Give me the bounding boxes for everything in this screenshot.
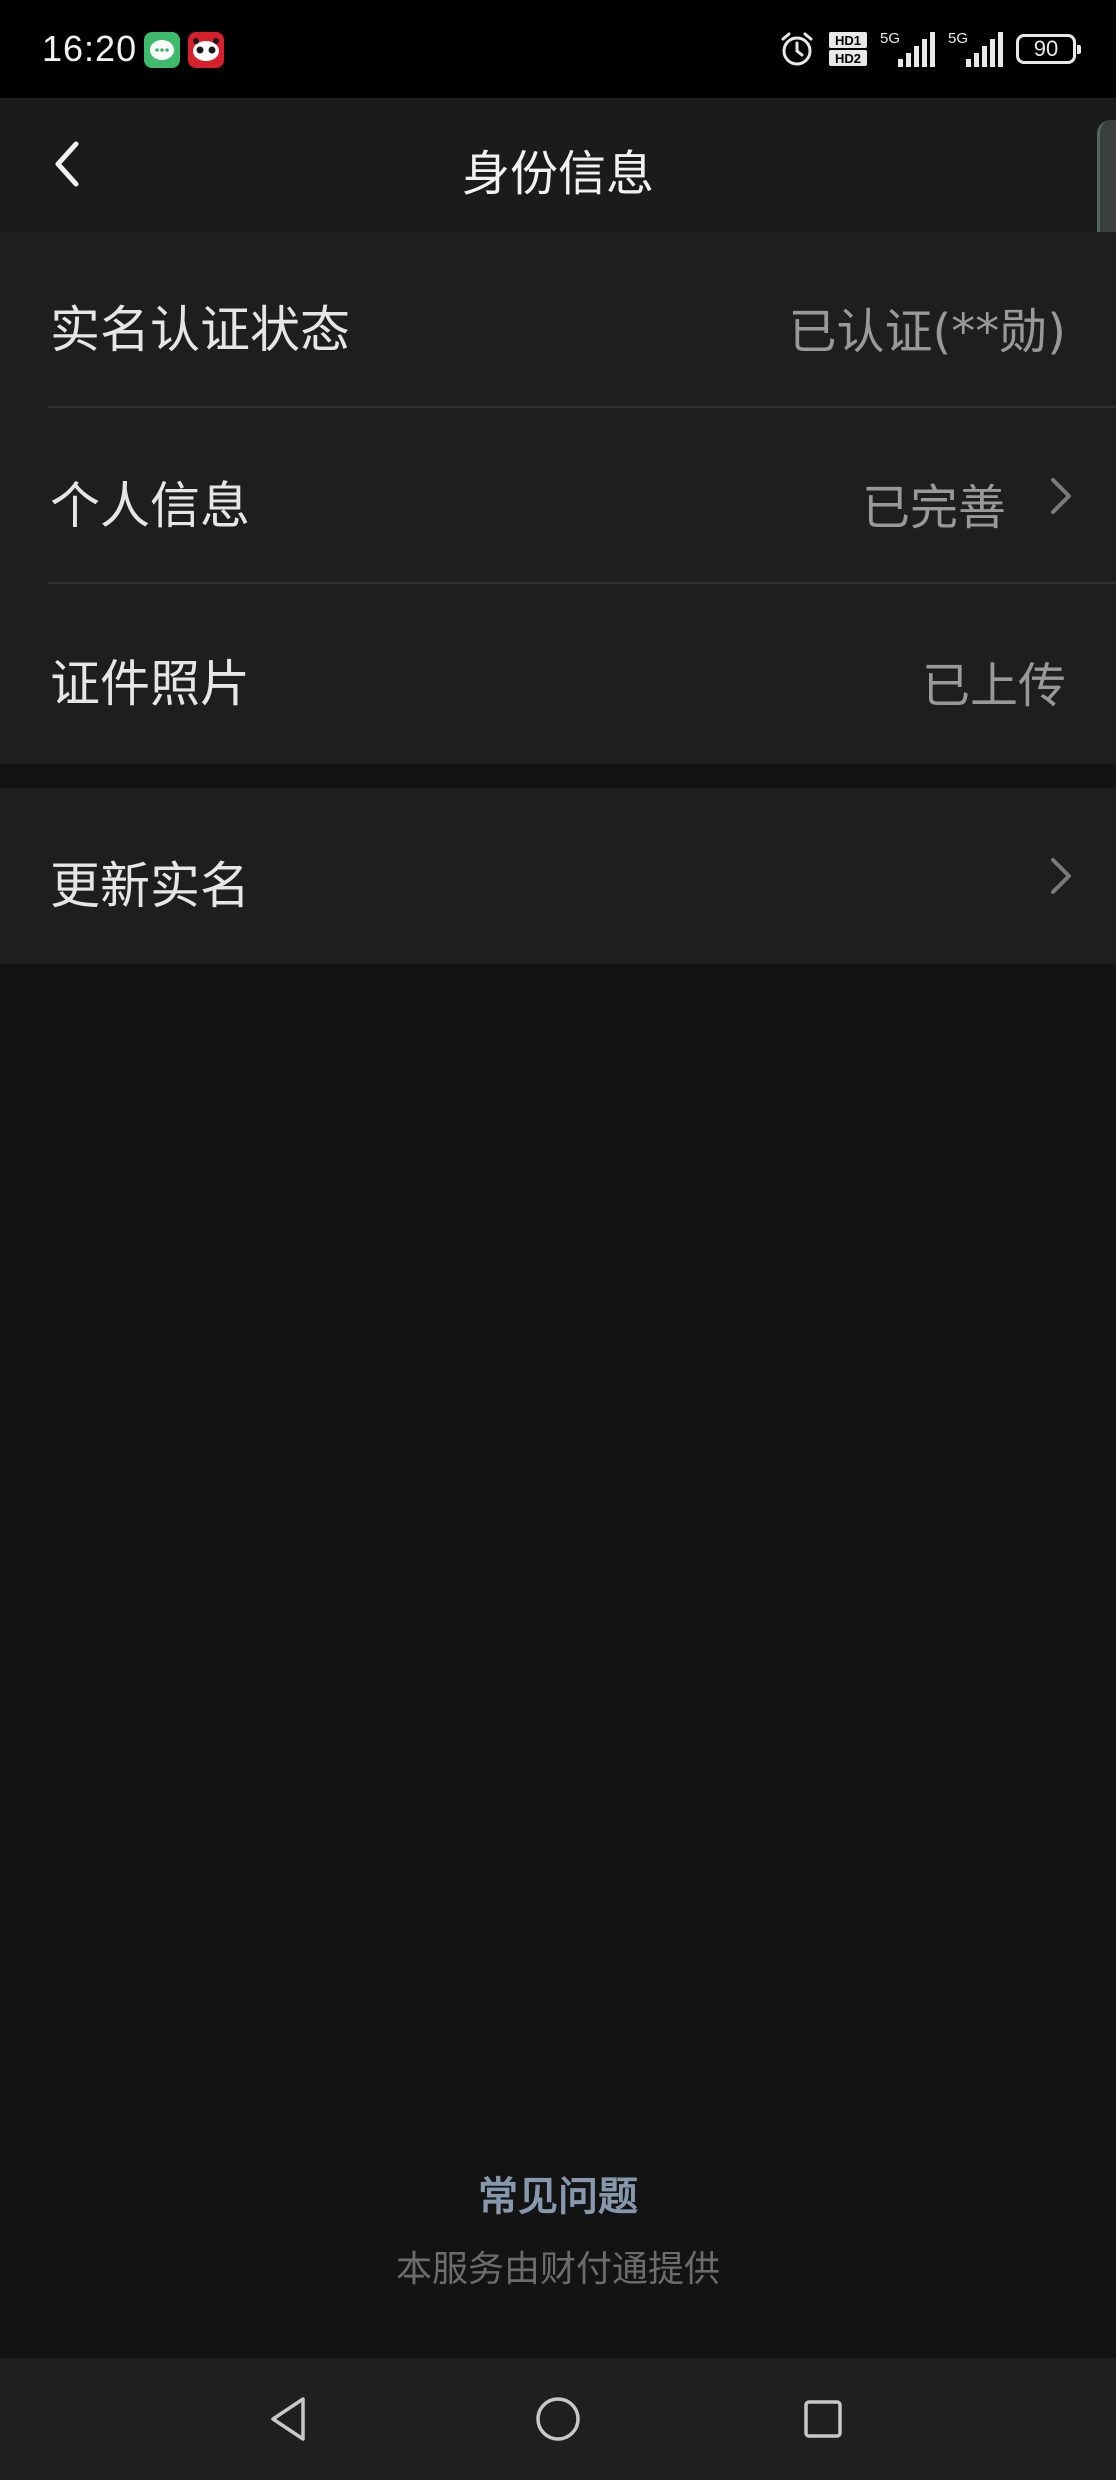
system-home-button[interactable]: [523, 2384, 593, 2454]
row-update-real-name[interactable]: 更新实名: [0, 788, 1116, 964]
row-personal-info[interactable]: 个人信息 已完善: [0, 408, 1116, 584]
identity-info-screen: 16:20 HD1 HD2 5G 5G 90 身份信息 实名认证状态 已认证(*…: [0, 0, 1116, 2480]
signal-icon: 5G: [880, 29, 936, 69]
row-label: 更新实名: [50, 857, 250, 915]
identity-info-group: 实名认证状态 已认证(**勋) 个人信息 已完善 证件照片 已上传: [0, 232, 1116, 764]
provider-note: 本服务由财付通提供: [395, 2249, 720, 2290]
row-value: 已上传: [921, 658, 1066, 714]
svg-text:HD1: HD1: [835, 33, 861, 48]
faq-link[interactable]: 常见问题: [0, 2164, 1116, 2222]
svg-text:5G: 5G: [880, 30, 900, 47]
panda-app-icon: [188, 32, 224, 68]
status-bar: 16:20 HD1 HD2 5G 5G 90: [0, 0, 1116, 98]
row-verification-status: 实名认证状态 已认证(**勋): [0, 232, 1116, 408]
signal-icon: 5G: [948, 29, 1004, 69]
battery-icon: 90: [1016, 34, 1081, 64]
svg-text:5G: 5G: [948, 30, 968, 47]
divider: [48, 582, 1116, 584]
triangle-back-icon: [271, 2397, 305, 2441]
battery-level: 90: [1033, 36, 1059, 61]
chevron-right-icon: [1051, 478, 1071, 514]
status-time: 16:20: [42, 28, 138, 69]
status-indicators: HD1 HD2 5G 5G 90: [778, 26, 1081, 72]
row-id-photos: 证件照片 已上传: [0, 586, 1116, 762]
row-value: 已认证(**勋): [788, 304, 1066, 360]
system-back-button[interactable]: [253, 2384, 323, 2454]
system-navigation-bar: [0, 2358, 1116, 2480]
row-label: 实名认证状态: [50, 301, 350, 359]
alarm-icon: [778, 30, 816, 68]
page-title: 身份信息: [461, 146, 654, 202]
row-label: 证件照片: [50, 655, 250, 713]
update-group: 更新实名: [0, 788, 1116, 964]
circle-home-icon: [536, 2397, 580, 2441]
hd-icon: HD1 HD2: [828, 31, 868, 67]
header-bar: 身份信息: [0, 98, 1116, 232]
message-app-icon: [144, 32, 180, 68]
chevron-right-icon: [1051, 858, 1071, 894]
system-recents-button[interactable]: [788, 2384, 858, 2454]
square-recents-icon: [804, 2400, 842, 2438]
row-value: 已完善: [861, 480, 1006, 536]
svg-text:HD2: HD2: [835, 51, 861, 66]
row-label: 个人信息: [50, 477, 250, 535]
